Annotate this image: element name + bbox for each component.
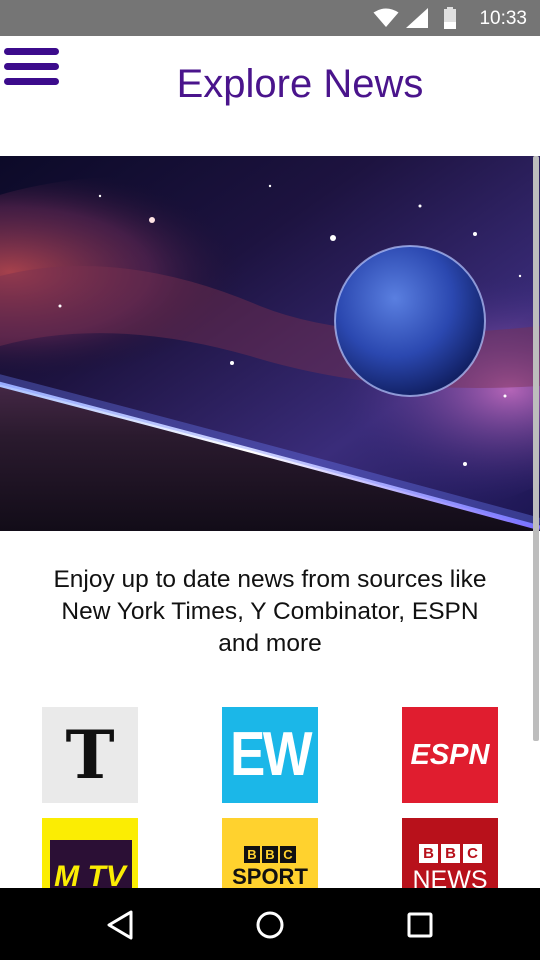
source-tile-entertainment-weekly[interactable]: EW [222, 707, 318, 803]
battery-icon [444, 7, 456, 29]
system-navigation-bar [0, 888, 540, 960]
hero-space-image [0, 156, 540, 531]
bbc-sport-label: SPORT [232, 864, 308, 889]
status-time: 10:33 [479, 8, 527, 29]
wifi-icon [373, 8, 399, 27]
home-icon[interactable] [247, 902, 293, 948]
source-tile-new-york-times[interactable]: T [42, 707, 138, 803]
nyt-logo: T [65, 716, 115, 794]
app-header: Explore News [0, 36, 540, 156]
page-title: Explore News [176, 62, 424, 106]
bbc-letter: B [441, 844, 460, 863]
space-planet-illustration [0, 156, 540, 531]
bbc-letter: C [280, 846, 296, 863]
description-text: Enjoy up to date news from sources like … [53, 566, 487, 657]
screen: 10:33 Explore News Enjoy up to date news… [0, 0, 540, 960]
recents-icon[interactable] [397, 902, 443, 948]
bbc-blocks: B B C [244, 846, 296, 863]
bbc-letter: B [262, 846, 278, 863]
bbc-letter: B [244, 846, 260, 863]
back-icon[interactable] [97, 902, 143, 948]
menu-bar-line [4, 48, 59, 55]
ew-logo: EW [230, 720, 312, 789]
source-tile-espn[interactable]: ESPN [402, 707, 498, 803]
status-bar: 10:33 [0, 0, 540, 36]
bbc-blocks: B B C [419, 844, 482, 863]
bbc-letter: B [419, 844, 438, 863]
bbc-letter: C [463, 844, 482, 863]
scrollbar[interactable] [533, 156, 539, 741]
espn-logo: ESPN [410, 739, 490, 771]
signal-icon [406, 8, 428, 28]
